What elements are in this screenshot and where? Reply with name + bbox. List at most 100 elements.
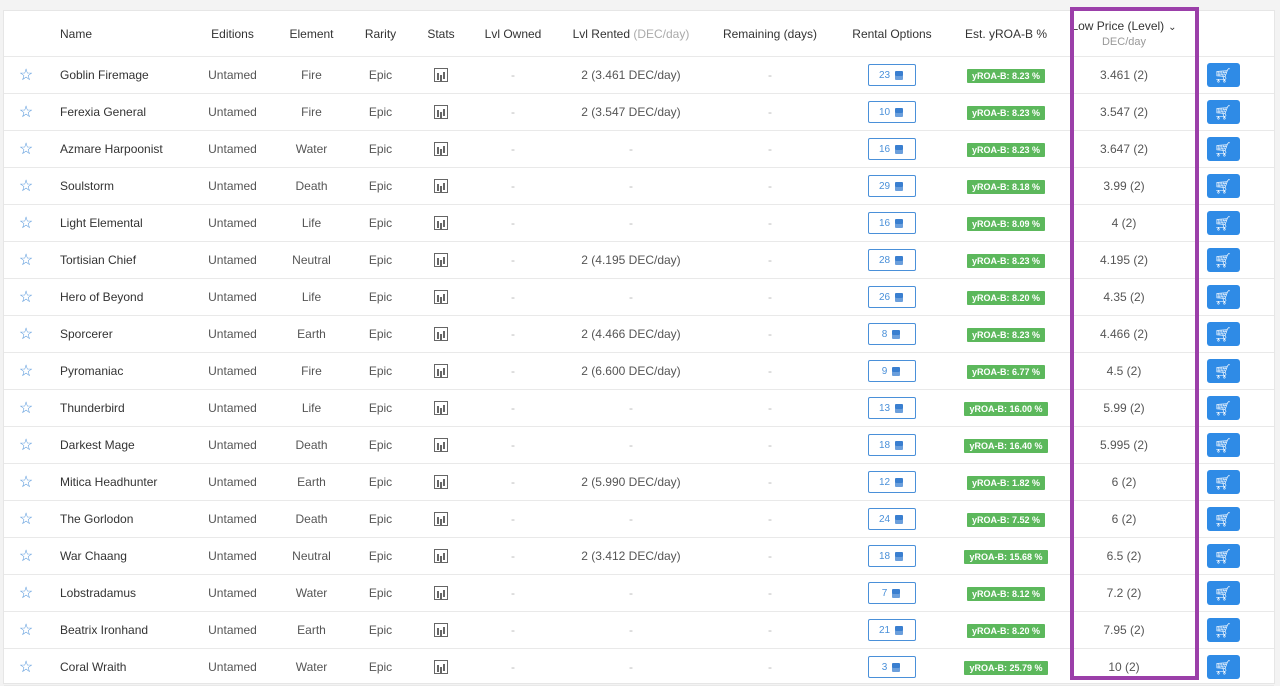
rental-options-button[interactable]: 12	[868, 471, 916, 493]
rental-options-button[interactable]: 16	[868, 138, 916, 160]
stats-button[interactable]	[411, 364, 471, 379]
stats-button[interactable]	[411, 327, 471, 342]
card-name[interactable]: Sporcerer	[48, 327, 192, 341]
stats-button[interactable]	[411, 475, 471, 490]
header-editions[interactable]: Editions	[192, 27, 273, 41]
favorite-star[interactable]: ☆	[4, 660, 48, 675]
rental-options-button[interactable]: 18	[868, 545, 916, 567]
header-name[interactable]: Name	[48, 27, 192, 41]
card-name[interactable]: Tortisian Chief	[48, 253, 192, 267]
header-remaining[interactable]: Remaining (days)	[707, 27, 833, 41]
rental-options-button[interactable]: 8	[868, 323, 916, 345]
card-name[interactable]: Goblin Firemage	[48, 68, 192, 82]
card-name[interactable]: Mitica Headhunter	[48, 475, 192, 489]
header-lvl-rented[interactable]: Lvl Rented (DEC/day)	[555, 27, 707, 41]
card-rarity: Epic	[368, 549, 393, 563]
stats-button[interactable]	[411, 253, 471, 268]
buy-button[interactable]: 🛒︎	[1206, 248, 1240, 272]
stats-button[interactable]	[411, 105, 471, 120]
buy-button[interactable]: 🛒︎	[1206, 655, 1240, 679]
header-rental-options[interactable]: Rental Options	[833, 27, 951, 41]
card-rarity: Epic	[368, 216, 393, 230]
card-name[interactable]: Hero of Beyond	[48, 290, 192, 304]
rental-options-button[interactable]: 26	[868, 286, 916, 308]
header-element[interactable]: Element	[273, 27, 350, 41]
buy-button[interactable]: 🛒︎	[1206, 396, 1240, 420]
favorite-star[interactable]: ☆	[4, 364, 48, 379]
favorite-star[interactable]: ☆	[4, 142, 48, 157]
card-name[interactable]: Ferexia General	[48, 105, 192, 119]
stats-button[interactable]	[411, 549, 471, 564]
stats-button[interactable]	[411, 216, 471, 231]
rental-options-button[interactable]: 24	[868, 508, 916, 530]
stats-button[interactable]	[411, 142, 471, 157]
header-rarity[interactable]: Rarity	[350, 27, 411, 41]
card-name[interactable]: Beatrix Ironhand	[48, 623, 192, 637]
favorite-star[interactable]: ☆	[4, 290, 48, 305]
buy-button[interactable]: 🛒︎	[1206, 285, 1240, 309]
header-lvl-owned[interactable]: Lvl Owned	[471, 27, 555, 41]
favorite-star[interactable]: ☆	[4, 623, 48, 638]
favorite-star[interactable]: ☆	[4, 401, 48, 416]
rental-options-button[interactable]: 21	[868, 619, 916, 641]
buy-button[interactable]: 🛒︎	[1206, 470, 1240, 494]
stats-button[interactable]	[411, 586, 471, 601]
rental-options-button[interactable]: 13	[868, 397, 916, 419]
card-name[interactable]: Thunderbird	[48, 401, 192, 415]
rental-options-button[interactable]: 23	[868, 64, 916, 86]
stats-button[interactable]	[411, 401, 471, 416]
rental-options-button[interactable]: 16	[868, 212, 916, 234]
card-name[interactable]: Azmare Harpoonist	[48, 142, 192, 156]
header-low-price[interactable]: Low Price (Level) ⌄ DEC/day	[1061, 19, 1187, 49]
card-name[interactable]: Pyromaniac	[48, 364, 192, 378]
stats-button[interactable]	[411, 438, 471, 453]
favorite-star[interactable]: ☆	[4, 475, 48, 490]
table-row: ☆ Tortisian Chief Untamed Neutral Epic - 2 (4.…	[4, 242, 1274, 279]
buy-button[interactable]: 🛒︎	[1206, 581, 1240, 605]
card-name[interactable]: Light Elemental	[48, 216, 192, 230]
favorite-star[interactable]: ☆	[4, 216, 48, 231]
rental-options-button[interactable]: 7	[868, 582, 916, 604]
rental-options-button[interactable]: 10	[868, 101, 916, 123]
favorite-star[interactable]: ☆	[4, 549, 48, 564]
stats-button[interactable]	[411, 512, 471, 527]
rental-options-button[interactable]: 3	[868, 656, 916, 678]
buy-button[interactable]: 🛒︎	[1206, 322, 1240, 346]
rental-options-button[interactable]: 29	[868, 175, 916, 197]
buy-button[interactable]: 🛒︎	[1206, 137, 1240, 161]
buy-button[interactable]: 🛒︎	[1206, 544, 1240, 568]
card-name[interactable]: War Chaang	[48, 549, 192, 563]
favorite-star[interactable]: ☆	[4, 438, 48, 453]
buy-button[interactable]: 🛒︎	[1206, 618, 1240, 642]
favorite-star[interactable]: ☆	[4, 586, 48, 601]
favorite-star[interactable]: ☆	[4, 253, 48, 268]
card-name[interactable]: Soulstorm	[48, 179, 192, 193]
buy-button[interactable]: 🛒︎	[1206, 359, 1240, 383]
buy-button[interactable]: 🛒︎	[1206, 63, 1240, 87]
rental-options-button[interactable]: 18	[868, 434, 916, 456]
stats-chart-icon	[434, 549, 448, 564]
rental-options-count: 16	[878, 143, 891, 155]
favorite-star[interactable]: ☆	[4, 68, 48, 83]
favorite-star[interactable]: ☆	[4, 179, 48, 194]
favorite-star[interactable]: ☆	[4, 327, 48, 342]
buy-button[interactable]: 🛒︎	[1206, 507, 1240, 531]
buy-button[interactable]: 🛒︎	[1206, 174, 1240, 198]
stats-button[interactable]	[411, 179, 471, 194]
favorite-star[interactable]: ☆	[4, 512, 48, 527]
card-name[interactable]: Lobstradamus	[48, 586, 192, 600]
header-est-yroa[interactable]: Est. yROA-B %	[951, 27, 1061, 41]
card-name[interactable]: Coral Wraith	[48, 660, 192, 674]
rental-options-button[interactable]: 9	[868, 360, 916, 382]
favorite-star[interactable]: ☆	[4, 105, 48, 120]
stats-button[interactable]	[411, 623, 471, 638]
stats-button[interactable]	[411, 660, 471, 675]
stats-button[interactable]	[411, 290, 471, 305]
card-name[interactable]: The Gorlodon	[48, 512, 192, 526]
buy-button[interactable]: 🛒︎	[1206, 100, 1240, 124]
buy-button[interactable]: 🛒︎	[1206, 433, 1240, 457]
buy-button[interactable]: 🛒︎	[1206, 211, 1240, 235]
stats-button[interactable]	[411, 68, 471, 83]
card-name[interactable]: Darkest Mage	[48, 438, 192, 452]
rental-options-button[interactable]: 28	[868, 249, 916, 271]
